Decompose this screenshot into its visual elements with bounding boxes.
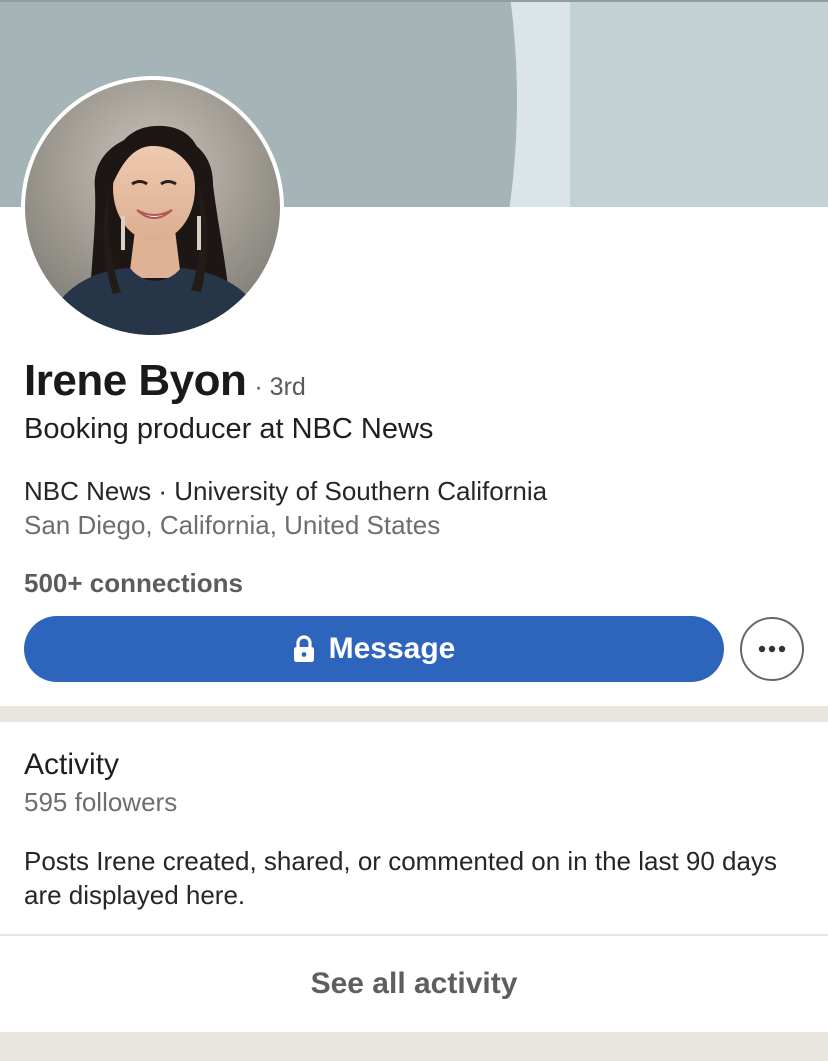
company-school[interactable]: NBC News · University of Southern Califo…: [24, 476, 547, 507]
lock-icon: [293, 635, 314, 662]
banner-right-panel: [570, 2, 828, 207]
more-options-button[interactable]: [740, 617, 804, 681]
name-row: Irene Byon · 3rd: [24, 356, 306, 406]
bottom-separator: [0, 1032, 828, 1061]
profile-page: Irene Byon · 3rd Booking producer at NBC…: [0, 0, 828, 1061]
profile-name: Irene Byon: [24, 356, 247, 405]
profile-headline: Booking producer at NBC News: [24, 413, 434, 445]
see-all-activity-button[interactable]: See all activity: [0, 936, 828, 1032]
banner-top-strip: [0, 0, 828, 2]
activity-title: Activity: [24, 748, 120, 781]
message-button[interactable]: Message: [24, 616, 724, 682]
more-horizontal-icon: [758, 645, 786, 653]
profile-location: San Diego, California, United States: [24, 510, 441, 540]
connections-count[interactable]: 500+ connections: [24, 568, 243, 599]
avatar[interactable]: [21, 76, 284, 339]
message-button-label: Message: [328, 632, 456, 665]
followers-count: 595 followers: [24, 787, 178, 817]
section-separator: [0, 706, 828, 722]
activity-description: Posts Irene created, shared, or commente…: [24, 846, 777, 910]
connection-degree: · 3rd: [254, 373, 306, 401]
profile-photo: [25, 80, 280, 335]
